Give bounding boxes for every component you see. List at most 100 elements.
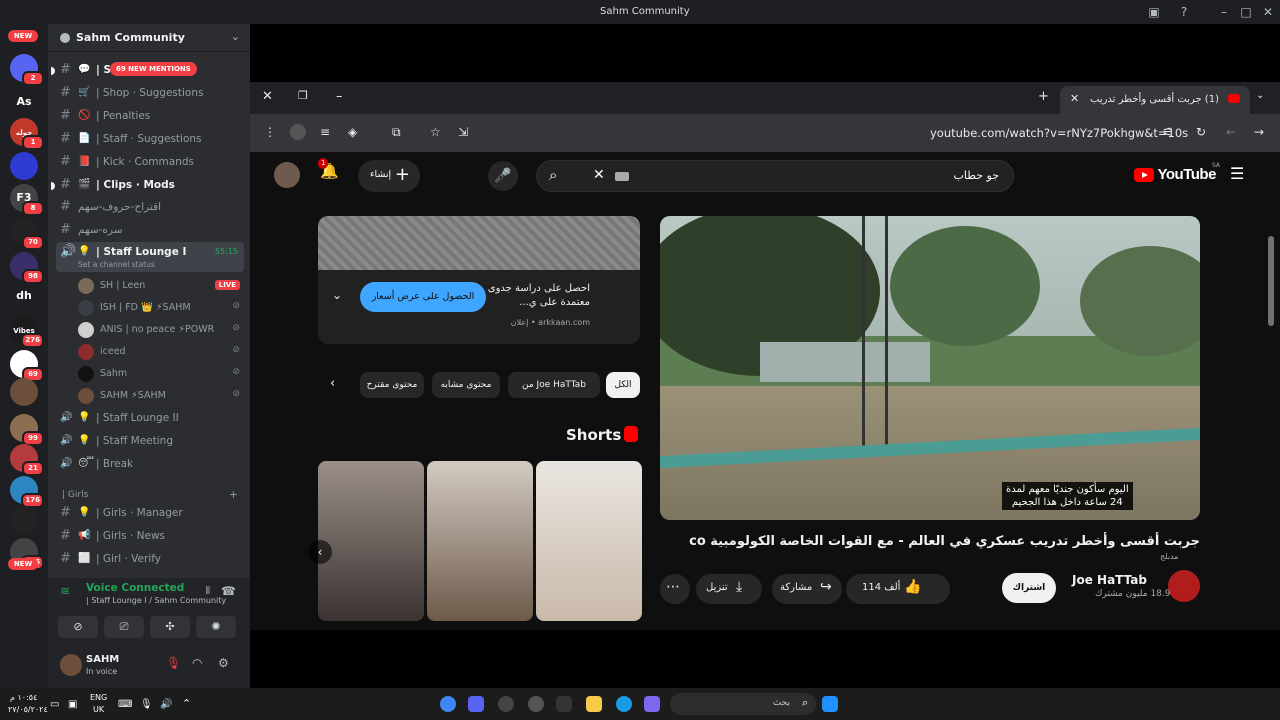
volume-icon[interactable]: 🔊 <box>160 699 172 710</box>
search-box[interactable]: ⌕ ✕ جو حطاب <box>536 160 1014 192</box>
soundboard-button[interactable]: ✺ <box>196 616 236 638</box>
chevron-down-icon[interactable]: ⌄ <box>332 288 342 302</box>
search-input[interactable]: جو حطاب <box>953 169 999 182</box>
clock-time[interactable]: ١٠:٥٤ م <box>10 693 37 702</box>
chip-from-channel[interactable]: من Joe HaTTab <box>508 372 600 398</box>
display-icon[interactable]: ▣ <box>68 699 77 710</box>
share-button[interactable]: مشاركة ↪ <box>772 574 842 604</box>
add-channel-icon[interactable]: + <box>229 488 238 501</box>
voice-user[interactable]: ANIS | no peace ⚡POWR ⊘ <box>78 320 244 340</box>
hamburger-menu-icon[interactable]: ☰ <box>1230 164 1244 183</box>
server-icon[interactable]: 2 <box>10 54 44 86</box>
text-channel[interactable]: # 💡 | Girls · Manager <box>56 503 244 524</box>
category-girls[interactable]: | Girls <box>62 490 88 500</box>
voice-location[interactable]: | Staff Lounge I / Sahm Community <box>86 596 226 605</box>
edge-icon[interactable] <box>616 696 632 712</box>
tab-menu-icon[interactable]: ⌄ <box>1256 90 1264 101</box>
short-thumbnail[interactable] <box>427 461 533 621</box>
chrome-icon[interactable] <box>440 696 456 712</box>
create-button[interactable]: إنشاء + <box>358 160 420 192</box>
voice-user[interactable]: iceed ⊘ <box>78 342 244 362</box>
voice-user[interactable]: ISH | FD 👑 ⚡SAHM ⊘ <box>78 298 244 318</box>
short-thumbnail[interactable] <box>536 461 642 621</box>
start-icon[interactable] <box>822 696 838 712</box>
voice-channel-staff-lounge-1[interactable]: 🔊 💡 | Staff Lounge I 55:15 Set a channel… <box>56 242 244 272</box>
inbox-icon[interactable]: ▣ <box>1146 4 1162 20</box>
channel-status[interactable]: Set a channel status <box>78 260 155 269</box>
ad-card[interactable]: احصل على دراسة جدوى معتمدة على ي... arkk… <box>318 216 640 344</box>
activities-button[interactable]: ✣ <box>150 616 190 638</box>
youtube-logo[interactable]: YouTube SA <box>1134 162 1220 183</box>
avatar[interactable] <box>60 654 82 676</box>
discord-icon[interactable] <box>468 696 484 712</box>
like-icon[interactable]: 👍 <box>904 579 921 595</box>
camera-off-button[interactable]: ⊘ <box>58 616 98 638</box>
short-thumbnail[interactable] <box>318 461 424 621</box>
address-bar[interactable]: youtube.com/watch?v=rNYz7Pokhgw&t=10s <box>930 126 1188 140</box>
maximize-button[interactable]: □ <box>1238 4 1254 20</box>
minimize-icon[interactable]: – <box>336 89 343 104</box>
forward-icon[interactable]: ← <box>1226 125 1236 139</box>
copilot-icon[interactable] <box>644 696 660 712</box>
text-channel[interactable]: # ⬜ | Girl · Verify <box>56 549 244 570</box>
server-icon[interactable]: 21 <box>10 444 44 476</box>
server-icon[interactable]: 99 <box>10 414 44 446</box>
video-player[interactable]: اليوم سأكون جنديًا معهم لمدة 24 ساعة داخ… <box>660 216 1200 520</box>
headphones-icon[interactable]: ◠ <box>192 656 202 670</box>
settings-gear-icon[interactable] <box>528 696 544 712</box>
scrollbar[interactable] <box>1268 236 1274 326</box>
clear-search-icon[interactable]: ✕ <box>593 167 605 183</box>
voice-user[interactable]: Sahm ⊘ <box>78 364 244 384</box>
ad-headline[interactable]: احصل على دراسة جدوى معتمدة على ي... <box>480 282 590 310</box>
server-icon[interactable]: Vibes 276 <box>10 316 44 348</box>
ad-cta-button[interactable]: الحصول على عرض أسعار <box>360 282 486 312</box>
extensions-icon[interactable]: ⧉ <box>392 125 401 140</box>
server-icon[interactable]: dh <box>10 282 38 310</box>
server-icon[interactable]: 176 <box>10 476 44 508</box>
restore-icon[interactable]: ❐ <box>298 89 308 102</box>
install-icon[interactable]: ⇲ <box>458 125 468 139</box>
taskbar-search[interactable]: بحث ⌕ <box>670 693 816 715</box>
back-icon[interactable]: → <box>1254 125 1264 139</box>
site-settings-icon[interactable]: ⚟ <box>1162 125 1173 139</box>
voice-channel[interactable]: 🔊 💡 | Staff Meeting <box>56 431 244 452</box>
server-icon[interactable]: 69 <box>10 350 44 382</box>
new-tab-icon[interactable]: + <box>1038 89 1049 104</box>
minimize-button[interactable]: – <box>1216 4 1232 20</box>
voice-channel[interactable]: 🔊 💡 | Staff Lounge II <box>56 408 244 429</box>
store-icon[interactable] <box>556 696 572 712</box>
menu-dots-icon[interactable]: ⋮ <box>264 125 276 139</box>
shield-icon[interactable]: ◈ <box>348 125 357 139</box>
server-icon[interactable]: As <box>10 88 38 116</box>
server-icon[interactable]: 70 <box>10 218 44 250</box>
language[interactable]: ENG <box>90 693 107 702</box>
chevron-left-icon[interactable]: ‹ <box>330 376 335 391</box>
channel-avatar[interactable] <box>1168 570 1200 602</box>
voice-channel[interactable]: 🔊 😴 | Break <box>56 454 244 475</box>
settings-gear-icon[interactable]: ⚙ <box>218 656 229 670</box>
close-window-icon[interactable]: ✕ <box>262 89 273 104</box>
server-icon[interactable]: جوله 1 <box>10 118 44 150</box>
text-channel[interactable]: # اقتراح-حروف-سهم <box>56 197 244 218</box>
text-channel[interactable]: # 🛒 | Shop · Suggestions <box>56 83 244 104</box>
text-channel[interactable]: # سره-سهم <box>56 220 244 241</box>
keyboard-icon[interactable] <box>615 172 629 181</box>
disconnect-icon[interactable]: ☎ <box>221 584 236 598</box>
server-icon[interactable] <box>10 378 38 406</box>
chevron-down-icon[interactable]: ⌄ <box>231 30 240 43</box>
mic-icon[interactable]: 🎙 <box>140 699 153 710</box>
chip-recommended[interactable]: محتوى مقترح <box>360 372 424 398</box>
more-actions-button[interactable]: ⋯ <box>660 574 690 604</box>
help-icon[interactable]: ? <box>1176 4 1192 20</box>
text-channel[interactable]: # 🎬 | Clips · Mods <box>51 175 244 196</box>
text-channel[interactable]: # 🚫 | Penalties <box>56 106 244 127</box>
voice-search-button[interactable]: 🎤 <box>488 161 518 191</box>
folder-icon[interactable] <box>586 696 602 712</box>
ad-banner[interactable] <box>318 216 640 270</box>
notifications-bell-icon[interactable]: 🔔 1 <box>318 158 339 180</box>
search-icon[interactable]: ⌕ <box>549 166 557 184</box>
region[interactable]: UK <box>93 705 104 714</box>
download-button[interactable]: تنزيل ⤓ <box>696 574 762 604</box>
reload-icon[interactable]: ↻ <box>1196 125 1206 139</box>
tab-close-icon[interactable]: ✕ <box>1070 92 1079 105</box>
